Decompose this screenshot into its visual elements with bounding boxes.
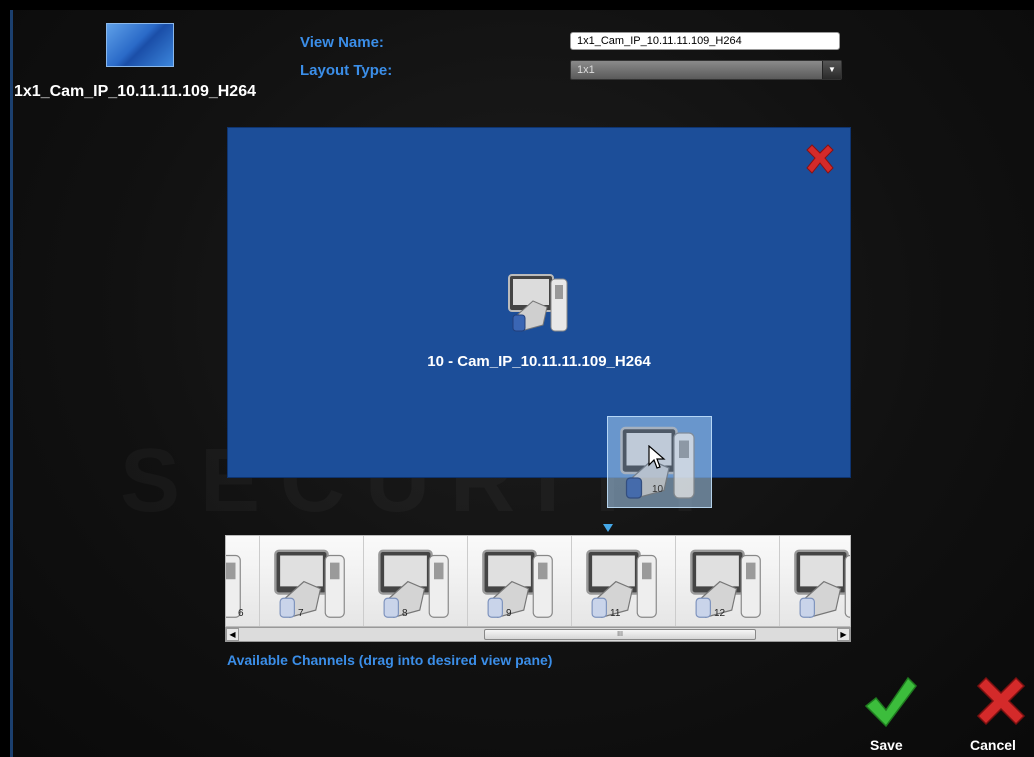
channel-number: 12 <box>714 608 726 619</box>
channel-tile[interactable]: 12 <box>676 536 780 626</box>
layout-type-select[interactable]: 1x1 ▼ <box>570 60 842 80</box>
view-thumbnail-icon <box>106 23 174 67</box>
available-channels-hint: Available Channels (drag into desired vi… <box>227 652 553 668</box>
left-accent-bar <box>10 10 13 757</box>
drag-channel-number: 10 <box>652 484 664 495</box>
close-pane-icon[interactable] <box>802 142 838 178</box>
view-name-input[interactable] <box>570 32 840 50</box>
channel-tile[interactable]: 6 <box>226 536 260 626</box>
camera-icon <box>378 549 449 618</box>
channel-tile[interactable]: 11 <box>572 536 676 626</box>
camera-icon <box>586 549 657 618</box>
channel-tile[interactable]: 9 <box>468 536 572 626</box>
view-pane[interactable]: 10 - Cam_IP_10.11.11.109_H264 <box>227 127 851 478</box>
cancel-x-icon[interactable] <box>972 672 1030 730</box>
channel-tile[interactable]: 7 <box>260 536 364 626</box>
channel-number: 6 <box>238 608 244 619</box>
camera-icon <box>482 549 553 618</box>
cancel-button[interactable]: Cancel <box>970 737 1016 753</box>
scroll-right-button[interactable]: ▶ <box>837 628 850 641</box>
dragging-channel[interactable]: 10 <box>607 416 712 508</box>
camera-icon <box>794 549 850 618</box>
save-check-icon[interactable] <box>862 672 920 730</box>
channel-number: 8 <box>402 608 408 619</box>
channel-tile[interactable] <box>780 536 850 626</box>
pane-channel-label: 10 - Cam_IP_10.11.11.109_H264 <box>427 353 651 370</box>
camera-icon <box>690 549 761 618</box>
channel-number: 7 <box>298 608 304 619</box>
camera-icon <box>274 549 345 618</box>
scroll-thumb[interactable]: III <box>484 629 756 640</box>
camera-icon <box>508 274 568 332</box>
scroll-left-button[interactable]: ◀ <box>226 628 239 641</box>
mouse-cursor-icon <box>648 445 666 469</box>
channel-tile[interactable]: 8 <box>364 536 468 626</box>
view-title: 1x1_Cam_IP_10.11.11.109_H264 <box>14 83 256 100</box>
layout-type-value: 1x1 <box>577 64 595 76</box>
camera-icon <box>226 554 241 618</box>
channel-scrollbar[interactable]: ◀ III ▶ <box>225 627 851 642</box>
channel-number: 9 <box>506 608 512 619</box>
save-button[interactable]: Save <box>870 737 903 753</box>
view-editor: SECURITY 1x1_Cam_IP_10.11.11.109_H264 Vi… <box>10 10 1034 757</box>
view-name-label: View Name: <box>300 34 384 51</box>
layout-type-label: Layout Type: <box>300 62 393 79</box>
chevron-down-icon[interactable]: ▼ <box>822 61 841 79</box>
insert-marker-icon <box>603 524 613 532</box>
available-channels-strip[interactable]: 6 7 8 9 11 12 <box>225 535 851 627</box>
channel-number: 11 <box>610 608 621 619</box>
